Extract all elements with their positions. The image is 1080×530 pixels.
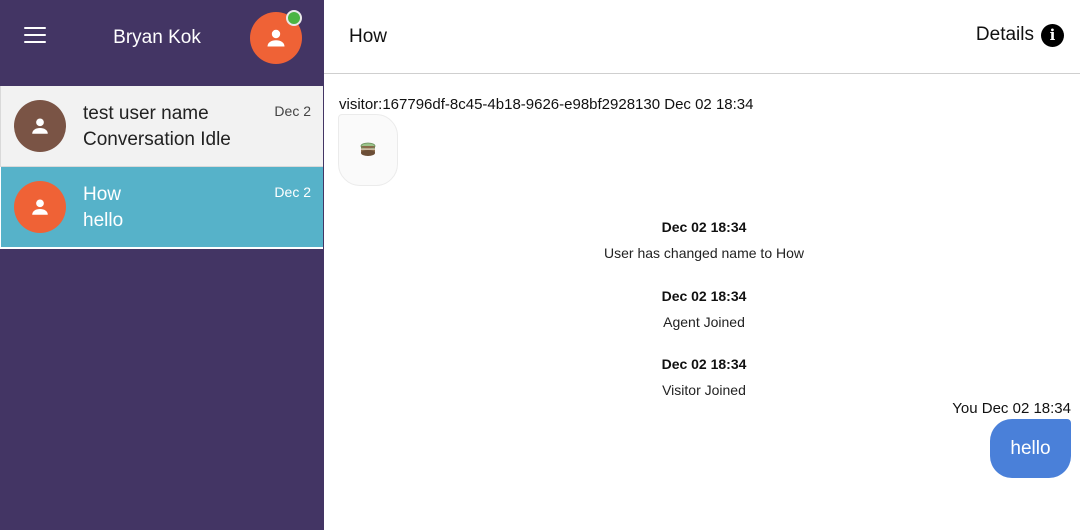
conversation-date: Dec 2 — [274, 184, 311, 200]
sidebar-header: Bryan Kok — [0, 0, 324, 86]
person-icon — [32, 199, 48, 215]
system-event: Dec 02 18:34 Visitor Joined — [554, 355, 854, 399]
chat-header: How Details i — [324, 0, 1080, 74]
event-time: Dec 02 18:34 — [661, 288, 747, 304]
agent-message-meta: You Dec 02 18:34 — [952, 400, 1071, 417]
system-event: Dec 02 18:34 Agent Joined — [554, 287, 854, 331]
avatar — [14, 100, 66, 152]
chat-title: How — [349, 26, 388, 47]
conversation-item[interactable]: test user name Conversation Idle Dec 2 — [0, 86, 323, 167]
visitor-message-meta: visitor:167796df-8c45-4b18-9626-e98bf292… — [339, 96, 754, 113]
person-icon — [32, 118, 48, 134]
visitor-message-bubble — [338, 114, 398, 186]
event-text: Visitor Joined — [662, 382, 746, 398]
system-event: Dec 02 18:34 User has changed name to Ho… — [554, 218, 854, 262]
cake-emoji-icon — [360, 142, 376, 156]
conversation-list: test user name Conversation Idle Dec 2 H… — [0, 86, 324, 249]
event-text: User has changed name to How — [604, 245, 804, 261]
avatar — [14, 181, 66, 233]
event-time: Dec 02 18:34 — [661, 219, 747, 235]
conversation-title: How — [83, 184, 122, 205]
chat-panel: How Details i visitor:167796df-8c45-4b18… — [324, 0, 1080, 530]
agent-name: Bryan Kok — [113, 27, 201, 48]
sidebar: Bryan Kok test user name Conversation Id… — [0, 0, 324, 530]
hamburger-menu-icon[interactable] — [24, 27, 46, 45]
person-icon — [267, 29, 285, 47]
event-text: Agent Joined — [663, 314, 745, 330]
conversation-title: test user name — [83, 103, 209, 124]
info-icon[interactable]: i — [1041, 23, 1064, 47]
online-status-indicator — [286, 10, 302, 26]
agent-message-bubble: hello — [990, 419, 1071, 478]
conversation-date: Dec 2 — [274, 103, 311, 119]
details-button[interactable]: Details i — [976, 23, 1064, 47]
conversation-preview: Conversation Idle — [83, 129, 231, 150]
event-time: Dec 02 18:34 — [661, 356, 747, 372]
conversation-item-selected[interactable]: How hello Dec 2 — [0, 167, 323, 249]
details-label: Details — [975, 24, 1034, 45]
conversation-preview: hello — [83, 210, 124, 231]
